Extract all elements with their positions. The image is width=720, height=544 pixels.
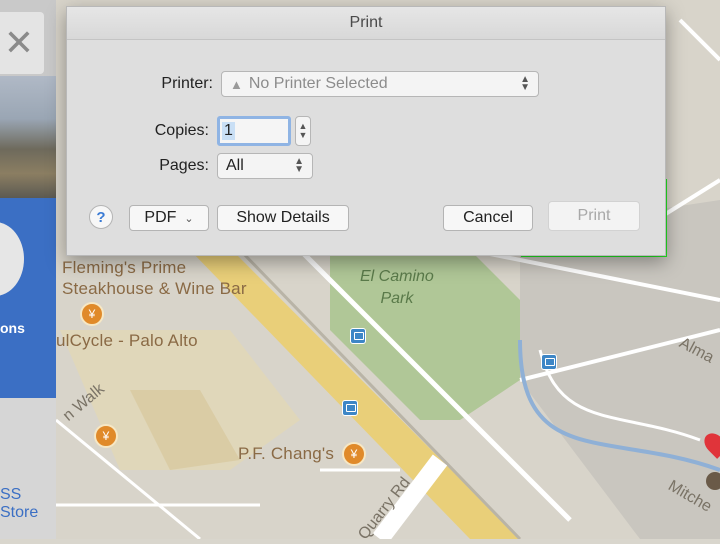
show-details-button[interactable]: Show Details: [217, 205, 349, 231]
store-link[interactable]: SS Store: [0, 486, 56, 522]
park-label-line: El Camino: [360, 268, 434, 285]
bus-stop-icon[interactable]: [541, 354, 557, 370]
help-button[interactable]: ?: [89, 205, 113, 229]
place-photo[interactable]: [0, 76, 56, 198]
dialog-title: Print: [349, 14, 383, 31]
copies-stepper[interactable]: ▲ ▼: [295, 116, 311, 146]
copies-field[interactable]: 1: [217, 116, 291, 146]
select-arrows-icon: ▲ ▼: [520, 74, 530, 93]
restaurant-pin-icon[interactable]: ¥: [94, 424, 118, 448]
printer-select[interactable]: ▲ No Printer Selected ▲ ▼: [221, 71, 539, 97]
dialog-titlebar: Print: [67, 7, 665, 40]
warning-icon: ▲: [230, 76, 243, 92]
select-arrows-icon: ▲ ▼: [294, 156, 304, 175]
printer-label: Printer:: [161, 75, 213, 92]
copies-label: Copies:: [154, 122, 209, 139]
restaurant-pin-icon[interactable]: ¥: [80, 302, 104, 326]
print-button[interactable]: Print: [548, 201, 640, 231]
restaurant-pin-icon[interactable]: ¥: [342, 442, 366, 466]
pdf-menu-button[interactable]: PDF ⌄: [129, 205, 209, 231]
bus-stop-icon[interactable]: [350, 328, 366, 344]
chevron-down-icon: ⌄: [184, 212, 194, 225]
copies-value: 1: [222, 122, 235, 140]
park-label-line: Park: [380, 290, 414, 307]
pdf-label: PDF: [144, 209, 177, 226]
pages-label: Pages:: [159, 157, 209, 174]
park-label: El Camino Park: [360, 266, 434, 310]
bus-stop-icon[interactable]: [342, 400, 358, 416]
close-icon[interactable]: ✕: [0, 12, 44, 74]
pages-value: All: [226, 157, 244, 174]
directions-label: ons: [0, 320, 25, 336]
place-label: ulCycle - Palo Alto: [56, 331, 198, 350]
printer-value: No Printer Selected: [248, 75, 388, 92]
maps-sidebar: ons SS Store ✕: [0, 0, 56, 539]
dark-pin-icon[interactable]: [706, 472, 720, 490]
cancel-button[interactable]: Cancel: [443, 205, 533, 231]
place-label: P.F. Chang's: [238, 444, 335, 463]
place-label: Steakhouse & Wine Bar: [62, 279, 247, 298]
place-label: Fleming's Prime: [62, 258, 187, 277]
pages-select[interactable]: All ▲ ▼: [217, 153, 313, 179]
